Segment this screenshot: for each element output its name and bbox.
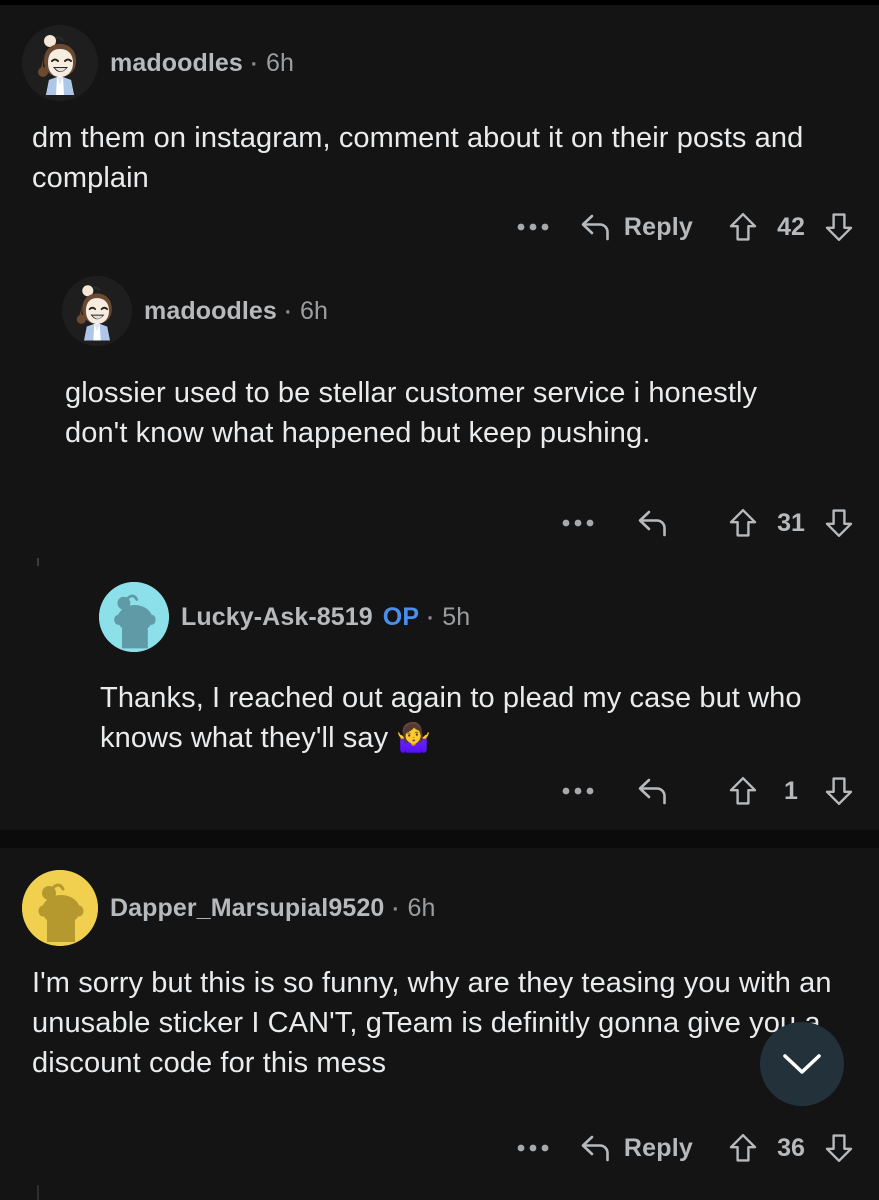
scroll-to-next-comment-button[interactable] — [760, 1022, 844, 1106]
more-options-button[interactable] — [546, 501, 610, 545]
vote-group: 1 — [707, 769, 861, 813]
shrug-emoji: 🤷‍♀️ — [396, 722, 432, 753]
meta-separator: · — [284, 300, 292, 324]
reply-arrow-icon — [638, 510, 666, 537]
upvote-button[interactable] — [721, 1126, 765, 1170]
meta-separator: · — [250, 52, 258, 76]
more-options-button[interactable] — [546, 769, 610, 813]
comment-author[interactable]: Lucky-Ask-8519 — [181, 603, 373, 632]
comment-body-text: Thanks, I reached out again to plead my … — [100, 682, 810, 754]
comment-header: Dapper_Marsupial9520 · 6h — [22, 870, 435, 946]
vote-group: 31 — [707, 501, 861, 545]
reply-button[interactable] — [610, 501, 707, 545]
downvote-arrow-icon — [825, 509, 853, 537]
vote-score: 1 — [784, 776, 798, 805]
comment-c3[interactable]: Lucky-Ask-8519 OP · 5h Thanks, I reached… — [0, 566, 879, 828]
comment-c4[interactable]: Dapper_Marsupial9520 · 6h I'm sorry but … — [0, 848, 879, 1183]
more-options-button[interactable] — [501, 205, 565, 249]
comment-header: madoodles · 6h — [62, 276, 328, 346]
upvote-button[interactable] — [721, 205, 765, 249]
comment-meta: madoodles · 6h — [144, 297, 328, 326]
reply-button[interactable] — [610, 769, 707, 813]
downvote-arrow-icon — [825, 213, 853, 241]
lucky-ask-8519-avatar[interactable] — [99, 582, 169, 652]
comment-meta: madoodles · 6h — [110, 49, 294, 78]
comment-action-bar: 1 — [441, 769, 861, 813]
comment-author[interactable]: madoodles — [110, 49, 243, 78]
overflow-dots-icon — [562, 787, 594, 795]
madoodles-avatar[interactable] — [22, 25, 98, 101]
more-options-button[interactable] — [501, 1126, 565, 1170]
dapper-marsupial9520-avatar[interactable] — [22, 870, 98, 946]
madoodles-avatar[interactable] — [62, 276, 132, 346]
thread-line-next-reply[interactable] — [37, 1185, 39, 1200]
reply-arrow-icon — [581, 214, 609, 241]
reddit-comments-screen: madoodles · 6h dm them on instagram, com… — [0, 0, 879, 1200]
upvote-arrow-icon — [729, 213, 757, 241]
reply-button[interactable]: Reply — [565, 1126, 707, 1170]
upvote-arrow-icon — [729, 777, 757, 805]
comment-meta: Lucky-Ask-8519 OP · 5h — [181, 603, 470, 632]
snoo-girl-avatar-icon — [62, 276, 132, 346]
comment-c2[interactable]: madoodles · 6h glossier used to be stell… — [0, 258, 879, 558]
comment-action-bar: 31 — [441, 501, 861, 545]
comment-c1[interactable]: madoodles · 6h dm them on instagram, com… — [0, 5, 879, 255]
comment-age: 6h — [407, 893, 436, 922]
comment-action-bar: Reply 36 — [441, 1126, 861, 1170]
comment-header: madoodles · 6h — [22, 25, 294, 101]
reply-arrow-icon — [581, 1135, 609, 1162]
snoo-silhouette-avatar-icon — [99, 582, 169, 652]
vote-score: 31 — [777, 508, 805, 537]
upvote-arrow-icon — [729, 1134, 757, 1162]
overflow-dots-icon — [517, 223, 549, 231]
upvote-arrow-icon — [729, 509, 757, 537]
comment-action-bar: Reply 42 — [441, 205, 861, 249]
vote-score: 42 — [777, 212, 805, 241]
comment-author[interactable]: Dapper_Marsupial9520 — [110, 894, 384, 923]
comment-age: 6h — [265, 48, 294, 77]
upvote-button[interactable] — [721, 769, 765, 813]
overflow-dots-icon — [517, 1144, 549, 1152]
downvote-button[interactable] — [817, 769, 861, 813]
vote-score: 36 — [777, 1133, 805, 1162]
snoo-silhouette-avatar-icon — [22, 870, 98, 946]
comment-thread-divider — [0, 830, 879, 848]
downvote-arrow-icon — [825, 777, 853, 805]
comment-body: Thanks, I reached out again to plead my … — [100, 678, 810, 758]
comment-meta: Dapper_Marsupial9520 · 6h — [110, 894, 435, 923]
vote-group: 36 — [707, 1126, 861, 1170]
comment-body: glossier used to be stellar customer ser… — [65, 377, 766, 449]
snoo-girl-avatar-icon — [22, 25, 98, 101]
downvote-button[interactable] — [817, 1126, 861, 1170]
reply-arrow-icon — [638, 778, 666, 805]
downvote-button[interactable] — [817, 205, 861, 249]
reply-label: Reply — [623, 212, 693, 241]
comment-author[interactable]: madoodles — [144, 297, 277, 326]
upvote-button[interactable] — [721, 501, 765, 545]
comment-age: 5h — [442, 602, 471, 631]
downvote-button[interactable] — [817, 501, 861, 545]
vote-group: 42 — [707, 205, 861, 249]
op-badge: OP — [382, 602, 420, 631]
chevron-down-icon — [783, 1054, 821, 1074]
reply-button[interactable]: Reply — [565, 205, 707, 249]
comment-body: I'm sorry but this is so funny, why are … — [32, 967, 840, 1079]
comment-body: dm them on instagram, comment about it o… — [32, 122, 812, 194]
reply-label: Reply — [623, 1133, 693, 1162]
overflow-dots-icon — [562, 519, 594, 527]
comment-age: 6h — [299, 296, 328, 325]
meta-separator: · — [427, 606, 435, 630]
comment-header: Lucky-Ask-8519 OP · 5h — [99, 582, 470, 652]
downvote-arrow-icon — [825, 1134, 853, 1162]
meta-separator: · — [392, 897, 400, 921]
